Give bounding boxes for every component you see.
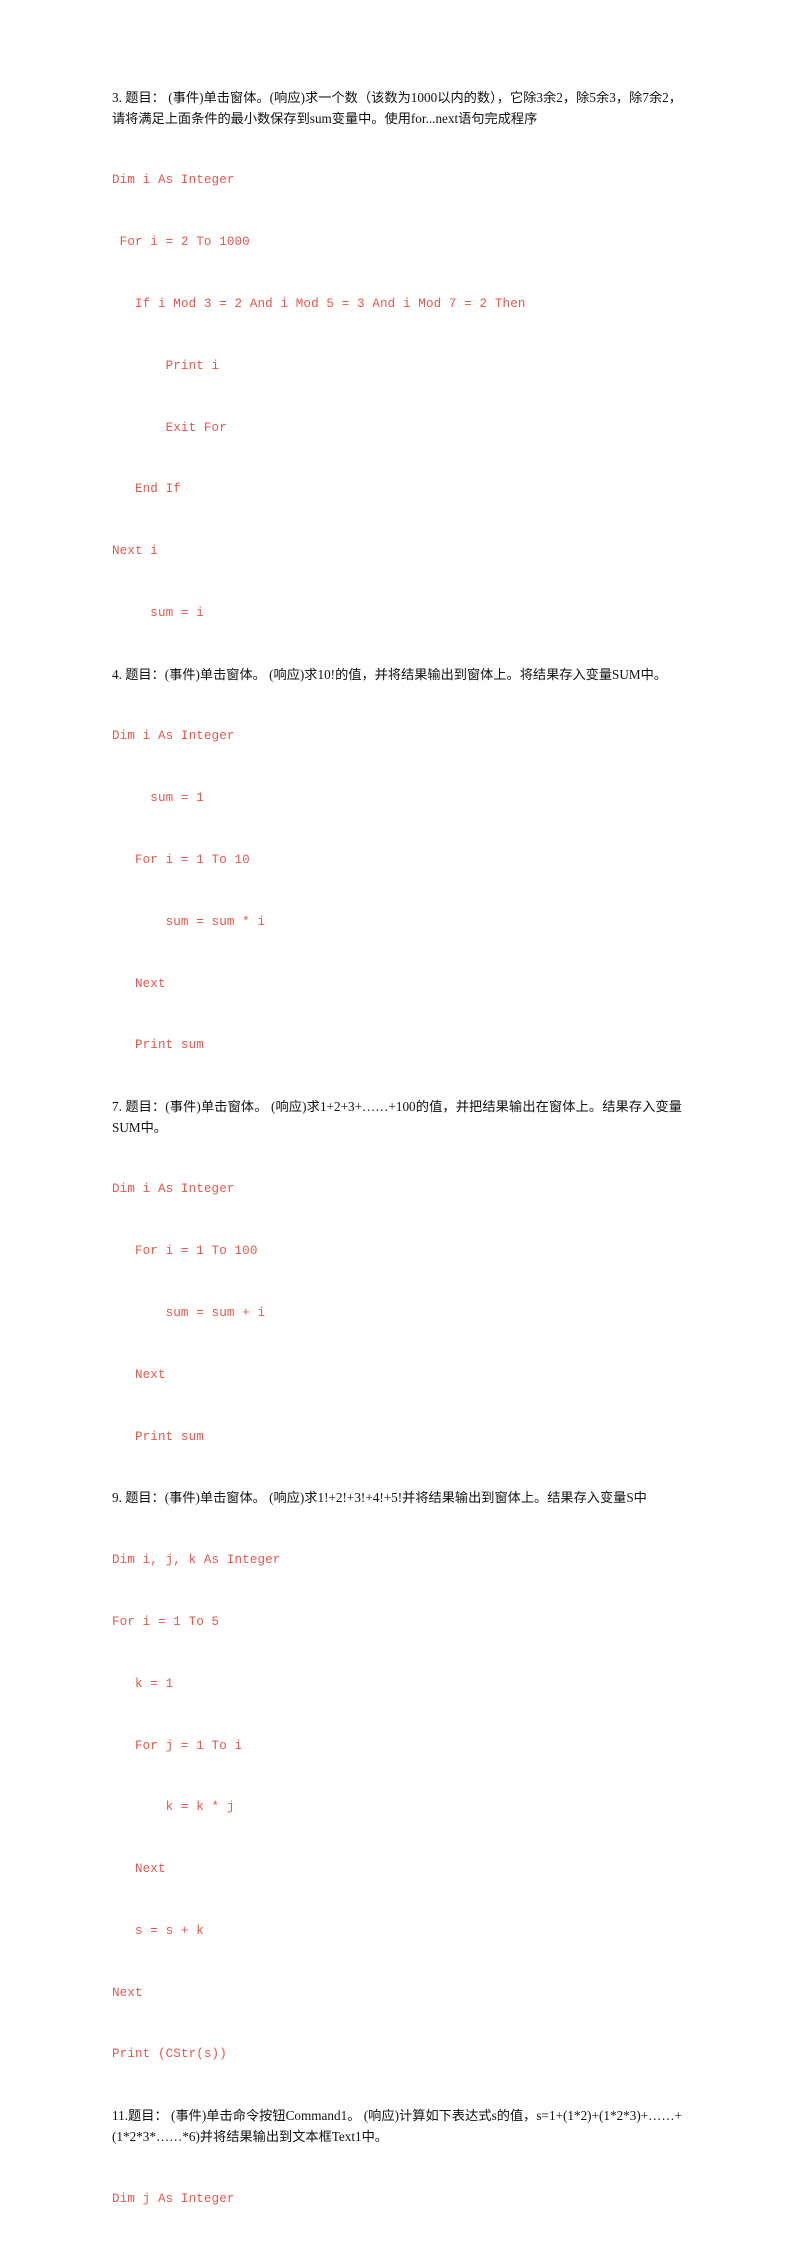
- code-line: Exit For: [112, 420, 227, 435]
- code-line: s = s + k: [112, 1923, 204, 1938]
- code-line: sum = i: [112, 605, 204, 620]
- code-line: k = k * j: [112, 1800, 235, 1815]
- question-3-code-block: Dim i As Integer For i = 2 To 1000 If i …: [112, 129, 682, 664]
- code-line: Next: [112, 976, 166, 991]
- code-line: sum = sum + i: [112, 1306, 266, 1321]
- code-line: For i = 2 To 1000: [112, 235, 250, 250]
- code-line: For j = 1 To i: [112, 1738, 243, 1753]
- code-line: For i = 1 To 10: [112, 852, 250, 867]
- code-line: Next: [112, 1985, 143, 2000]
- code-line: End If: [112, 482, 181, 497]
- document-content: 3. 题目： (事件)单击窗体。(响应)求一个数（该数为1000以内的数），它除…: [112, 88, 682, 2244]
- code-line: Print (CStr(s)): [112, 2047, 227, 2062]
- question-7-code-block: Dim i As Integer For i = 1 To 100 sum = …: [112, 1138, 682, 1488]
- question-11-code-block: Dim j As Integer Dim i As Integer j = 1 …: [112, 2147, 682, 2244]
- code-line: Print i: [112, 358, 220, 373]
- code-line: Print sum: [112, 1038, 204, 1053]
- code-line: sum = sum * i: [112, 914, 266, 929]
- code-line: Next i: [112, 544, 158, 559]
- code-line: For i = 1 To 100: [112, 1244, 258, 1259]
- code-line: Dim j As Integer: [112, 2191, 235, 2206]
- question-11-text: 11.题目： (事件)单击命令按钮Command1。 (响应)计算如下表达式s的…: [112, 2108, 682, 2144]
- code-line: Next: [112, 1367, 166, 1382]
- code-line: Dim i As Integer: [112, 729, 235, 744]
- question-7-text: 7. 题目：(事件)单击窗体。 (响应)求1+2+3+……+100的值，并把结果…: [112, 1099, 682, 1135]
- code-line: k = 1: [112, 1676, 174, 1691]
- code-line: Print sum: [112, 1429, 204, 1444]
- document-page: 3. 题目： (事件)单击窗体。(响应)求一个数（该数为1000以内的数），它除…: [0, 0, 793, 2206]
- question-3-text: 3. 题目： (事件)单击窗体。(响应)求一个数（该数为1000以内的数），它除…: [112, 90, 682, 126]
- question-4-text: 4. 题目：(事件)单击窗体。 (响应)求10!的值，并将结果输出到窗体上。将结…: [112, 666, 667, 682]
- code-line: If i Mod 3 = 2 And i Mod 5 = 3 And i Mod…: [112, 296, 526, 311]
- code-line: Dim i As Integer: [112, 1182, 235, 1197]
- question-9-text: 9. 题目：(事件)单击窗体。 (响应)求1!+2!+3!+4!+5!并将结果输…: [112, 1490, 647, 1506]
- code-line: For i = 1 To 5: [112, 1614, 220, 1629]
- code-line: Dim i, j, k As Integer: [112, 1553, 281, 1568]
- code-line: Dim i As Integer: [112, 173, 235, 188]
- question-4-code-block: Dim i As Integer sum = 1 For i = 1 To 10…: [112, 685, 682, 1097]
- code-line: Next: [112, 1862, 166, 1877]
- code-line: sum = 1: [112, 791, 204, 806]
- question-9-code-block: Dim i, j, k As Integer For i = 1 To 5 k …: [112, 1509, 682, 2106]
